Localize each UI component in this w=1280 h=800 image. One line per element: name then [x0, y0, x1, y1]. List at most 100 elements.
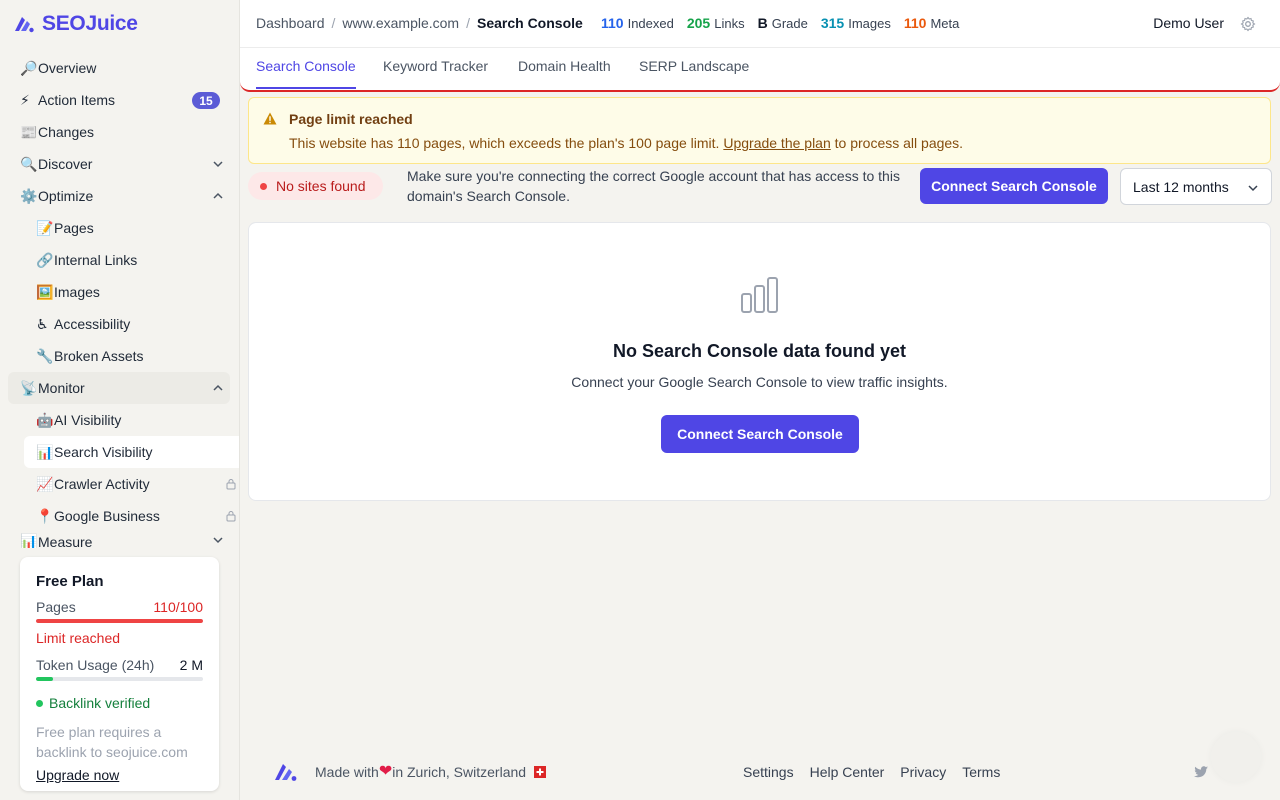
sidebar-item-discover[interactable]: 🔍 Discover: [8, 148, 239, 180]
backlink-verified-text: Backlink verified: [49, 695, 151, 711]
newspaper-emoji-icon: 📰: [20, 124, 38, 140]
lock-icon: [226, 511, 236, 522]
lock-icon: [226, 479, 236, 490]
breadcrumb: Dashboard / www.example.com / Search Con…: [256, 15, 583, 31]
sidebar-item-google-business[interactable]: 📍 Google Business: [8, 500, 239, 532]
tab-bar: Search Console Keyword Tracker Domain He…: [240, 48, 1280, 92]
sidebar-item-broken-assets[interactable]: 🔧 Broken Assets: [8, 340, 239, 372]
pages-usage-row: Pages 110/100: [36, 599, 203, 615]
stat-grade: B Grade: [757, 15, 808, 31]
gear-icon[interactable]: [1240, 16, 1256, 32]
tab-search-console[interactable]: Search Console: [256, 58, 356, 89]
sidebar-item-label: Changes: [38, 124, 95, 140]
breadcrumb-dashboard[interactable]: Dashboard: [256, 15, 325, 31]
pages-progress-fill: [36, 619, 203, 623]
wrench-emoji-icon: 🔧: [36, 348, 54, 364]
token-progress-fill: [36, 677, 53, 681]
footer-link-settings[interactable]: Settings: [743, 764, 794, 780]
sidebar-item-label: Accessibility: [54, 316, 131, 332]
stat-links: 205 Links: [686, 15, 745, 31]
action-items-count-badge: 15: [192, 92, 220, 109]
sidebar-item-label: Google Business: [54, 508, 160, 524]
sidebar-item-changes[interactable]: 📰 Changes: [8, 116, 239, 148]
sidebar-item-label: Pages: [54, 220, 94, 236]
tab-domain-health[interactable]: Domain Health: [518, 58, 611, 82]
pages-progress-bar: [36, 619, 203, 623]
sidebar-item-overview[interactable]: 🔎 Overview: [8, 52, 239, 84]
alert-title: Page limit reached: [289, 111, 413, 127]
sidebar-item-images[interactable]: 🖼️ Images: [8, 276, 239, 308]
sidebar-item-label: Discover: [38, 156, 93, 172]
sidebar-item-crawler-activity[interactable]: 📈 Crawler Activity: [8, 468, 239, 500]
chevron-down-icon: [213, 537, 223, 544]
sidebar-item-measure[interactable]: 📊 Measure: [8, 532, 239, 548]
footer-link-terms[interactable]: Terms: [962, 764, 1000, 780]
no-sites-status-badge: No sites found: [248, 172, 383, 200]
sidebar-item-label: Optimize: [38, 188, 94, 204]
sidebar-item-label: Overview: [38, 60, 97, 76]
lightning-emoji-icon: ⚡: [20, 92, 30, 108]
chevron-up-icon: [213, 192, 223, 199]
date-range-select[interactable]: Last 12 months: [1120, 168, 1272, 205]
swiss-flag-icon: [534, 766, 547, 778]
sidebar-item-ai-visibility[interactable]: 🤖 AI Visibility: [8, 404, 239, 436]
token-usage-row: Token Usage (24h) 2 M: [36, 657, 203, 673]
wheelchair-emoji-icon: ♿: [36, 316, 49, 332]
heart-icon: ❤: [378, 763, 393, 780]
pages-label: Pages: [36, 599, 76, 615]
trend-chart-emoji-icon: 📈: [36, 476, 54, 492]
sidebar-item-label: AI Visibility: [54, 412, 122, 428]
upgrade-now-link[interactable]: Upgrade now: [36, 767, 119, 783]
search-emoji-icon: 🔍: [20, 156, 38, 172]
date-range-value: Last 12 months: [1133, 178, 1229, 195]
chat-widget-bubble[interactable]: [1211, 732, 1261, 782]
warning-icon: [263, 112, 277, 125]
sidebar-item-label: Search Visibility: [54, 444, 153, 460]
sidebar-item-optimize[interactable]: ⚙️ Optimize: [8, 180, 239, 212]
backlink-status: Backlink verified: [36, 695, 203, 711]
limit-reached-text: Limit reached: [36, 630, 121, 646]
breadcrumb-domain[interactable]: www.example.com: [342, 15, 459, 31]
bar-chart-emoji-icon: 📊: [20, 533, 38, 548]
bar-chart-icon: [741, 277, 778, 313]
sidebar-item-label: Action Items: [38, 92, 116, 108]
twitter-icon[interactable]: [1193, 764, 1209, 780]
sidebar-item-accessibility[interactable]: ♿ Accessibility: [8, 308, 239, 340]
sidebar-item-search-visibility[interactable]: 📊 Search Visibility: [24, 436, 239, 468]
sidebar-item-label: Images: [54, 284, 100, 300]
tab-serp-landscape[interactable]: SERP Landscape: [639, 58, 749, 82]
pages-value: 110/100: [153, 599, 203, 615]
bar-chart-emoji-icon: 📊: [36, 444, 54, 460]
sidebar-item-label: Monitor: [38, 380, 85, 396]
sidebar-item-label: Broken Assets: [54, 348, 144, 364]
chevron-up-icon: [213, 384, 223, 391]
plan-card: Free Plan Pages 110/100 Limit reached To…: [20, 557, 219, 791]
user-menu[interactable]: Demo User: [1153, 15, 1224, 31]
seojuice-logo-icon: [15, 17, 34, 33]
connect-search-console-cta[interactable]: Connect Search Console: [661, 415, 859, 453]
gear-emoji-icon: ⚙️: [20, 188, 38, 204]
pin-emoji-icon: 📍: [36, 508, 54, 524]
sidebar-item-pages[interactable]: 📝 Pages: [8, 212, 239, 244]
red-dot-icon: [260, 182, 267, 190]
sidebar-item-internal-links[interactable]: 🔗 Internal Links: [8, 244, 239, 276]
sidebar-item-label: Measure: [38, 534, 93, 548]
footer-link-help-center[interactable]: Help Center: [810, 764, 885, 780]
sidebar-nav: 🔎 Overview ⚡ Action Items 15 📰 Changes 🔍 Disc…: [8, 52, 239, 548]
link-emoji-icon: 🔗: [36, 252, 54, 268]
sidebar-item-action-items[interactable]: ⚡ Action Items 15: [8, 84, 239, 116]
connect-search-console-button[interactable]: Connect Search Console: [920, 168, 1108, 204]
plan-note: Free plan requires a backlink to seojuic…: [36, 724, 188, 760]
empty-state-subtitle: Connect your Google Search Console to vi…: [571, 374, 948, 390]
sidebar: SEOJuice 🔎 Overview ⚡ Action Items 15 📰 Chan…: [0, 0, 240, 800]
brand-logo[interactable]: SEOJuice: [12, 10, 138, 38]
upgrade-plan-link[interactable]: Upgrade the plan: [723, 135, 830, 151]
tab-keyword-tracker[interactable]: Keyword Tracker: [383, 58, 488, 82]
magnifier-emoji-icon: 🔎: [20, 60, 38, 76]
footer: Made with ❤ in Zurich, Switzerland Setti…: [240, 748, 1280, 800]
footer-link-privacy[interactable]: Privacy: [900, 764, 946, 780]
site-stats: 110 Indexed 205 Links B Grade 315 Images 110…: [601, 15, 959, 31]
seojuice-logo-icon[interactable]: [272, 760, 299, 784]
picture-emoji-icon: 🖼️: [36, 284, 54, 300]
sidebar-item-monitor[interactable]: 📡 Monitor: [8, 372, 230, 404]
